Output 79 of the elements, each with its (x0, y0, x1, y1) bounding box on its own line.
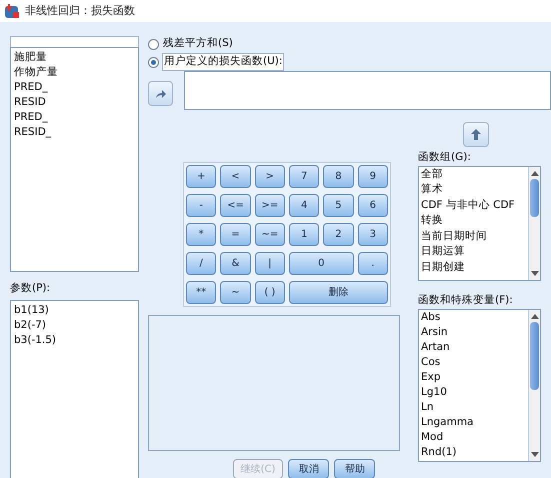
keypad-key[interactable]: 9 (358, 165, 388, 188)
scrollbar[interactable] (528, 166, 540, 280)
keypad-key[interactable]: 删除 (289, 281, 388, 304)
parameters-label: 参数(P): (10, 281, 52, 296)
parameter-item[interactable]: b3(-1.5) (14, 332, 135, 348)
move-arrow-button[interactable] (148, 81, 173, 106)
function-item[interactable]: Lngamma (421, 414, 526, 430)
scroll-down-icon[interactable] (530, 452, 538, 458)
function-group-item[interactable]: 算术 (421, 182, 526, 198)
keypad-key[interactable]: + (186, 165, 216, 188)
keypad-key[interactable]: > (254, 165, 285, 188)
keypad-key[interactable]: 1 (289, 223, 320, 246)
function-group-list[interactable]: 全部 算术 CDF 与非中心 CDF 转换 当前日期时间 日期运算 日期创建 (418, 166, 541, 281)
keypad-key[interactable]: 5 (323, 194, 354, 217)
variable-item[interactable]: PRED_ (14, 110, 135, 125)
function-item[interactable]: Cos (421, 354, 526, 370)
keypad-key[interactable]: 6 (358, 194, 388, 217)
parameter-item[interactable]: b2(-7) (14, 318, 135, 333)
keypad-key[interactable]: | (254, 252, 285, 275)
dialog-button[interactable]: 帮助 (334, 459, 376, 478)
variable-item[interactable]: 施肥量 (14, 50, 135, 65)
scroll-up-icon[interactable] (530, 170, 538, 176)
keypad-key[interactable]: ~= (254, 223, 285, 246)
keypad-key[interactable]: >= (254, 194, 285, 217)
radio-button[interactable] (148, 56, 159, 68)
keypad-key[interactable]: ** (186, 281, 216, 304)
keypad-key[interactable]: 4 (289, 194, 320, 217)
keypad-key[interactable]: ~ (220, 281, 251, 304)
keypad-key[interactable]: 2 (323, 223, 354, 246)
keypad-key[interactable]: 7 (289, 165, 320, 188)
keypad-key[interactable]: 3 (358, 223, 388, 246)
variable-item[interactable]: PRED_ (14, 80, 135, 95)
function-item[interactable]: Rnd(1) (421, 444, 526, 460)
function-list[interactable]: Abs Arsin Artan Cos Exp Lg10 Ln Lngamma Mod Rnd(1) (418, 308, 541, 462)
function-group-item[interactable]: 当前日期时间 (421, 228, 526, 244)
function-item[interactable]: Artan (421, 340, 526, 354)
keypad-key[interactable]: & (220, 252, 251, 275)
parameter-list[interactable]: b1(13) b2(-7) b3(-1.5) (10, 300, 139, 478)
keypad-key[interactable]: <= (220, 194, 251, 217)
app-icon (4, 3, 20, 19)
variable-item[interactable]: RESID_ (14, 125, 135, 140)
variable-item[interactable]: RESID (14, 95, 135, 110)
function-item[interactable]: Ln (421, 400, 526, 414)
function-item[interactable]: Lg10 (421, 384, 526, 400)
keypad-key[interactable]: . (358, 252, 388, 275)
scrollbar[interactable] (528, 310, 540, 460)
function-group-label: 函数组(G): (418, 150, 472, 165)
radio-label[interactable]: 残差平方和(S) (162, 36, 234, 52)
function-item[interactable]: Mod (421, 430, 526, 444)
keypad-key[interactable]: 8 (323, 165, 354, 188)
radio-label[interactable]: 用户定义的损失函数(U): (162, 53, 284, 71)
function-group-item[interactable]: 转换 (421, 213, 526, 229)
variable-list[interactable]: 施肥量 作物产量 PRED_ RESID PRED_ RESID_ (10, 47, 139, 272)
keypad-key[interactable]: ( ) (254, 281, 285, 304)
keypad-key[interactable]: = (220, 223, 251, 246)
keypad-key[interactable]: * (186, 223, 216, 246)
up-arrow-icon (471, 129, 481, 140)
keypad-key[interactable]: / (186, 252, 216, 275)
function-group-item[interactable]: 全部 (421, 166, 526, 182)
function-item[interactable]: Abs (421, 310, 526, 324)
function-group-item[interactable]: CDF 与非中心 CDF (421, 198, 526, 214)
move-up-button[interactable] (463, 122, 489, 147)
window-title: 非线性回归：损失函数 (25, 2, 135, 19)
function-item[interactable]: Exp (421, 370, 526, 384)
function-group-item[interactable]: 日期运算 (421, 244, 526, 260)
radio-button[interactable] (148, 38, 159, 50)
scroll-down-icon[interactable] (530, 270, 538, 277)
dialog-button[interactable]: 取消 (288, 459, 330, 478)
keypad-key[interactable]: 0 (289, 252, 354, 275)
keypad-key[interactable]: < (220, 165, 251, 188)
scroll-up-icon[interactable] (530, 312, 538, 318)
function-group-item[interactable]: 日期创建 (421, 260, 526, 276)
curved-arrow-icon (154, 88, 166, 98)
parameter-item[interactable]: b1(13) (14, 302, 135, 318)
keypad-key[interactable]: - (186, 194, 216, 217)
functions-label: 函数和特殊变量(F): (418, 292, 514, 308)
function-item[interactable]: Arsin (421, 324, 526, 340)
variable-item[interactable]: 作物产量 (14, 65, 135, 80)
expression-input[interactable] (184, 71, 551, 110)
